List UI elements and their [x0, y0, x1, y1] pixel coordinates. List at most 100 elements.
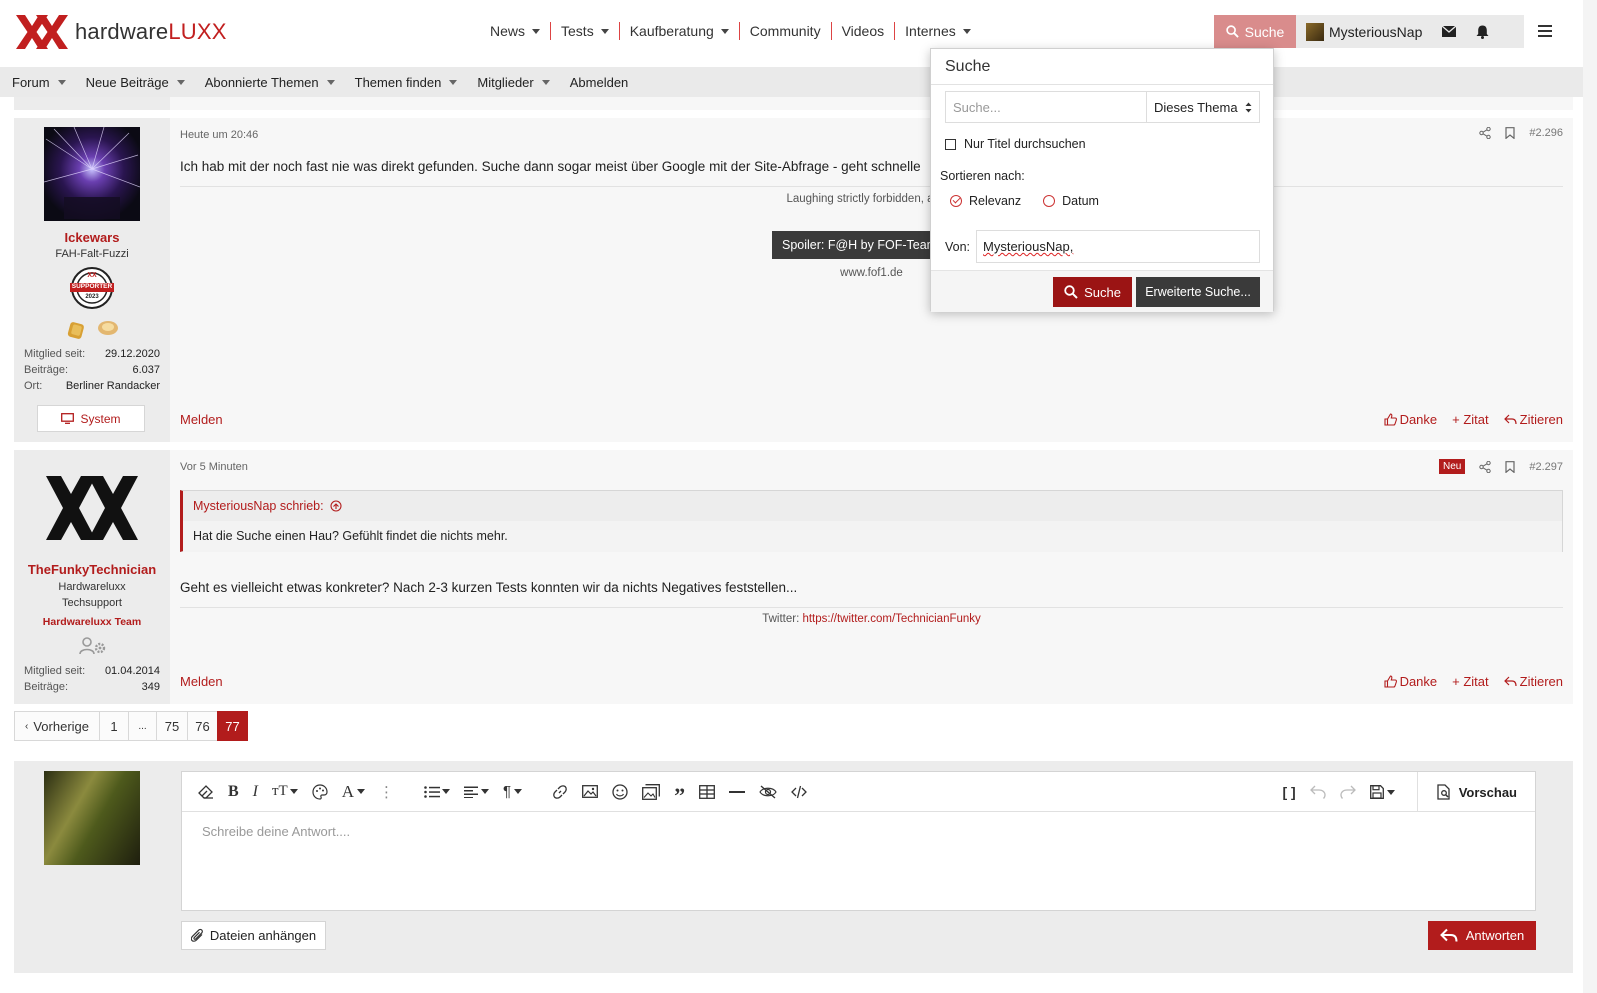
search-scope-value: Dieses Thema: [1154, 99, 1238, 115]
hamburger-menu-icon[interactable]: [1538, 25, 1552, 40]
smiley-icon[interactable]: [612, 783, 628, 800]
pagination-ellipsis[interactable]: ...: [128, 711, 157, 741]
subnav-mitglieder[interactable]: Mitglieder: [477, 75, 550, 90]
titles-only-checkbox[interactable]: Nur Titel durchsuchen: [945, 137, 1086, 151]
pagination-page-76[interactable]: 76: [187, 711, 218, 741]
post-action-buttons: Danke + Zitat Zitieren: [1369, 674, 1563, 689]
table-icon[interactable]: [699, 784, 716, 799]
search-scope-select[interactable]: Dieses Thema: [1146, 92, 1259, 122]
post-username[interactable]: TheFunkyTechnician: [14, 562, 170, 577]
link-icon[interactable]: [552, 784, 568, 800]
more-options-icon[interactable]: ⋮: [379, 783, 394, 801]
media-icon[interactable]: [642, 783, 661, 800]
subnav-neue-beitraege[interactable]: Neue Beiträge: [86, 75, 185, 90]
reply-quote-button[interactable]: Zitieren: [1503, 412, 1563, 427]
avatar[interactable]: [43, 126, 141, 221]
italic-icon[interactable]: I: [253, 783, 258, 801]
subnav-themen-finden[interactable]: Themen finden: [355, 75, 458, 90]
signature-link[interactable]: www.fof1.de: [180, 267, 1563, 279]
site-logo[interactable]: hardwareLUXX: [14, 13, 227, 51]
avatar[interactable]: [44, 771, 140, 865]
reply-editor[interactable]: B I тТ A ⋮ ¶ ” [ ] Vorschau Schreibe dei…: [181, 771, 1536, 911]
quote-author-link[interactable]: MysteriousNap schrieb:: [193, 499, 342, 513]
nav-internes[interactable]: Internes: [895, 23, 981, 39]
post-username[interactable]: Ickewars: [14, 230, 170, 245]
header-search-button[interactable]: Suche: [1214, 15, 1296, 48]
attach-files-button[interactable]: Dateien anhängen: [181, 921, 326, 950]
subnav-forum[interactable]: Forum: [12, 75, 66, 90]
nav-community[interactable]: Community: [740, 23, 831, 39]
nav-tests[interactable]: Tests: [551, 23, 619, 39]
paragraph-icon[interactable]: ¶: [503, 783, 523, 800]
spoiler-button[interactable]: Spoiler: F@H by FOF-Team: [772, 231, 942, 259]
submit-reply-button[interactable]: Antworten: [1428, 921, 1536, 950]
post-date[interactable]: Vor 5 Minuten: [180, 461, 248, 473]
font-size-icon[interactable]: тТ: [272, 783, 298, 800]
bookmark-icon[interactable]: [1505, 460, 1515, 473]
post: TheFunkyTechnician Hardwareluxx Techsupp…: [14, 450, 1573, 704]
reply-quote-button[interactable]: Zitieren: [1503, 674, 1563, 689]
chevron-down-icon: [962, 28, 971, 34]
quote-icon[interactable]: ”: [674, 783, 685, 806]
radio-icon[interactable]: [1043, 195, 1056, 207]
font-family-icon[interactable]: A: [342, 782, 365, 802]
avatar[interactable]: [44, 462, 140, 556]
subnav-abonnierte-themen[interactable]: Abonnierte Themen: [205, 75, 335, 90]
bookmark-icon[interactable]: [1505, 127, 1515, 139]
nav-kaufberatung[interactable]: Kaufberatung: [620, 23, 739, 39]
like-button[interactable]: Danke: [1384, 674, 1437, 689]
palette-icon[interactable]: [312, 783, 328, 800]
system-button[interactable]: System: [37, 405, 145, 432]
radio-checked-icon[interactable]: [950, 195, 962, 207]
pagination-page-75[interactable]: 75: [156, 711, 188, 741]
toggle-bbcode-icon[interactable]: [ ]: [1283, 784, 1296, 800]
multiquote-button[interactable]: + Zitat: [1452, 412, 1489, 427]
code-icon[interactable]: [791, 785, 807, 799]
share-icon[interactable]: [1479, 127, 1492, 139]
save-draft-icon[interactable]: [1369, 785, 1395, 799]
supporter-badge: XX SUPPORTER 2023: [67, 267, 117, 309]
horizontal-rule-icon[interactable]: [729, 790, 746, 794]
report-link[interactable]: Melden: [180, 412, 223, 427]
nav-videos[interactable]: Videos: [832, 23, 895, 39]
redo-icon[interactable]: [1340, 785, 1356, 799]
undo-icon[interactable]: [1309, 785, 1326, 799]
pagination-page-1[interactable]: 1: [99, 711, 129, 741]
post-number[interactable]: #2.296: [1529, 127, 1563, 139]
reply-placeholder[interactable]: Schreibe deine Antwort....: [202, 824, 350, 839]
post-number[interactable]: #2.297: [1529, 461, 1563, 473]
post-date[interactable]: Heute um 20:46: [180, 129, 258, 141]
advanced-search-button[interactable]: Erweiterte Suche...: [1136, 277, 1260, 307]
messages-envelope-icon[interactable]: [1442, 26, 1457, 37]
nav-news[interactable]: News: [480, 23, 550, 39]
chevron-down-icon: [57, 79, 66, 85]
multiquote-button[interactable]: + Zitat: [1452, 674, 1489, 689]
list-icon[interactable]: [424, 785, 450, 798]
signature-link[interactable]: https://twitter.com/TechnicianFunky: [802, 613, 980, 625]
eraser-icon[interactable]: [198, 784, 214, 799]
sort-date-radio[interactable]: Datum: [1043, 194, 1099, 208]
stat-label: Mitglied seit:: [24, 665, 86, 677]
bell-icon[interactable]: [1476, 25, 1489, 39]
member-filter-input[interactable]: MysteriousNap,: [976, 230, 1260, 263]
pagination-page-77[interactable]: 77: [217, 711, 248, 741]
search-input[interactable]: [946, 92, 1146, 122]
pagination-prev[interactable]: ‹ Vorherige: [14, 711, 100, 741]
align-left-icon[interactable]: [464, 786, 489, 798]
sort-relevance-radio[interactable]: Relevanz: [950, 194, 1021, 208]
bold-icon[interactable]: B: [228, 783, 239, 801]
like-button[interactable]: Danke: [1384, 412, 1437, 427]
search-submit-button[interactable]: Suche: [1053, 277, 1132, 307]
preview-button[interactable]: Vorschau: [1416, 772, 1535, 812]
report-link[interactable]: Melden: [180, 674, 223, 689]
subnav-abmelden[interactable]: Abmelden: [570, 75, 629, 90]
checkbox-box[interactable]: [945, 138, 956, 150]
cookie-award-icon: [96, 318, 120, 338]
post-meta: #2.296: [1465, 127, 1563, 139]
user-menu[interactable]: MysteriousNap: [1306, 22, 1422, 41]
image-icon[interactable]: [582, 785, 599, 798]
page-scrollbar[interactable]: [1583, 0, 1597, 993]
spoiler-eye-slash-icon[interactable]: [759, 785, 777, 799]
pagination: ‹ Vorherige 1 ... 75 76 77: [14, 711, 248, 741]
share-icon[interactable]: [1479, 460, 1492, 473]
